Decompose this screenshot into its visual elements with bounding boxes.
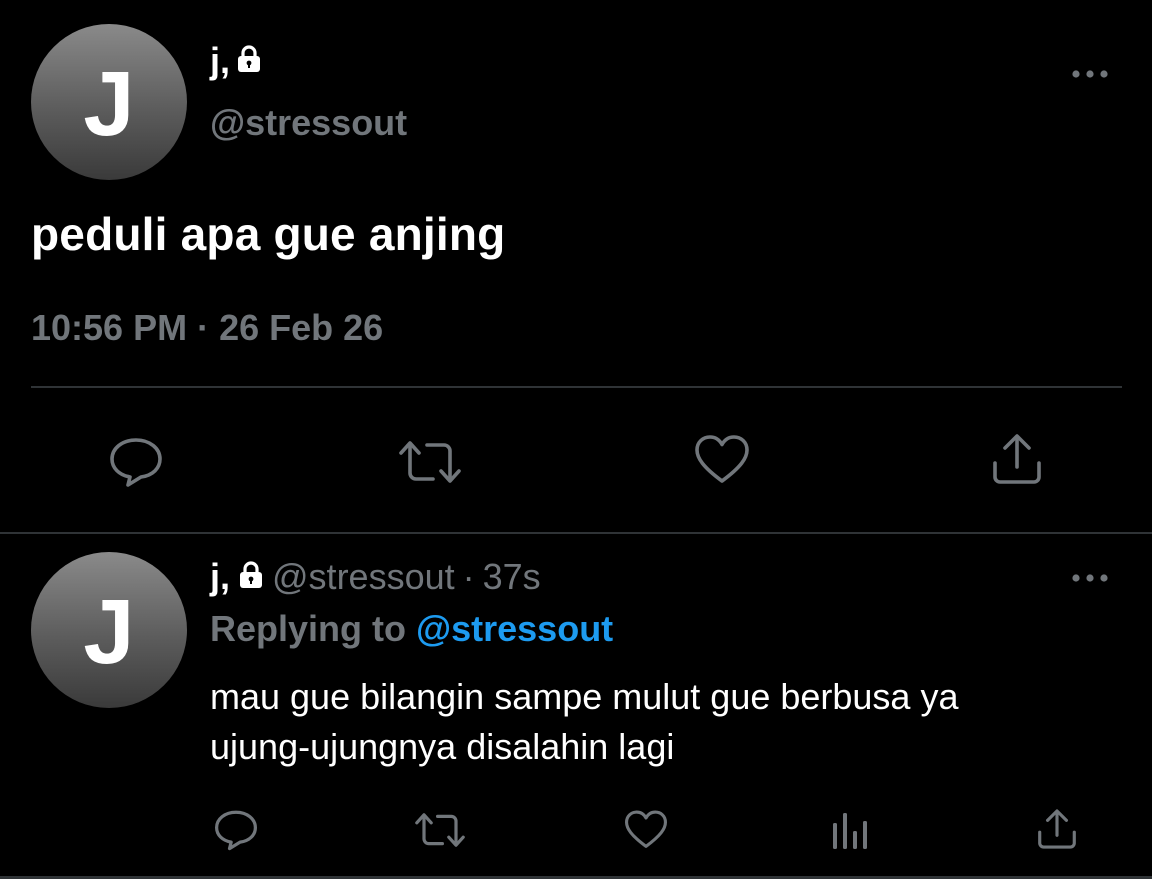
avatar[interactable]: J: [31, 24, 187, 180]
like-icon: [625, 810, 667, 848]
more-options-icon[interactable]: [1070, 64, 1110, 84]
analytics-icon: [833, 813, 867, 849]
mention-link[interactable]: @stressout: [416, 608, 613, 649]
like-button[interactable]: [692, 432, 752, 488]
timestamp-separator: ·: [197, 307, 210, 348]
tweet-text-line: ujung-ujungnya disalahin lagi: [210, 726, 675, 767]
display-name[interactable]: j,: [210, 556, 230, 598]
reply-header: j, @stressout · 37s: [210, 556, 541, 598]
retweet-button[interactable]: [412, 810, 468, 850]
tweet-text: mau gue bilangin sampe mulut gue berbusa…: [210, 672, 1110, 772]
tweet-age[interactable]: 37s: [483, 556, 541, 598]
avatar[interactable]: J: [31, 552, 187, 708]
reply-icon: [110, 438, 162, 487]
header-separator: ·: [462, 556, 475, 597]
more-options-icon[interactable]: [1070, 568, 1110, 588]
handle[interactable]: @stressout: [210, 102, 407, 144]
reply-icon: [215, 810, 257, 851]
retweet-icon: [415, 813, 465, 847]
share-button[interactable]: [1034, 806, 1080, 852]
tweet-time: 10:56 PM: [31, 307, 188, 348]
like-button[interactable]: [622, 808, 670, 852]
tweet-date: 26 Feb 26: [219, 307, 384, 348]
replying-to-label: Replying to: [210, 608, 406, 649]
lock-icon: [236, 40, 262, 82]
retweet-icon: [399, 441, 461, 483]
like-icon: [695, 435, 749, 483]
analytics-button[interactable]: [830, 808, 870, 852]
display-name-row[interactable]: j,: [210, 40, 262, 82]
retweet-button[interactable]: [394, 436, 466, 488]
tweet-text: peduli apa gue anjing: [31, 208, 506, 260]
share-button[interactable]: [988, 430, 1046, 488]
divider: [31, 386, 1122, 388]
avatar-letter: J: [83, 53, 135, 155]
tweet-text-line: mau gue bilangin sampe mulut gue berbusa…: [210, 676, 959, 717]
reply-button[interactable]: [212, 808, 260, 852]
section-divider: [0, 532, 1152, 534]
reply-button[interactable]: [104, 432, 168, 492]
replying-to: Replying to @stressout: [210, 608, 613, 650]
share-icon: [993, 434, 1041, 484]
share-icon: [1038, 809, 1076, 849]
lock-icon: [238, 556, 264, 598]
avatar-letter: J: [83, 581, 135, 683]
tweet-timestamp[interactable]: 10:56 PM · 26 Feb 26: [31, 307, 383, 349]
display-name: j,: [210, 40, 231, 81]
handle[interactable]: @stressout: [272, 556, 455, 598]
